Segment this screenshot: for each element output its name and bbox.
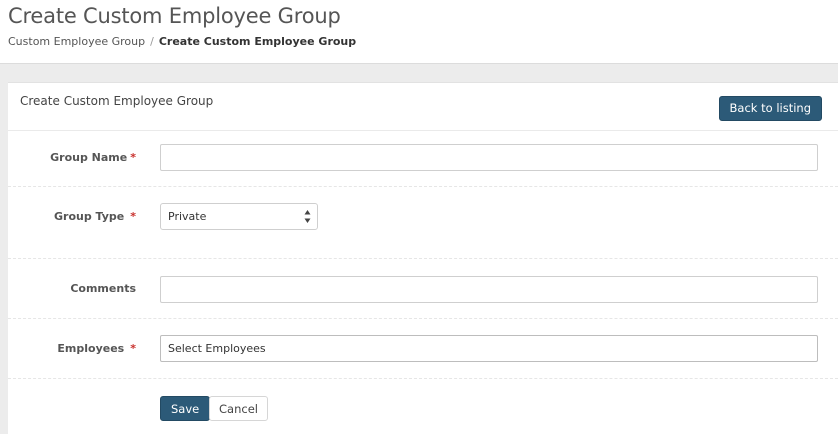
panel-title: Create Custom Employee Group [20, 94, 214, 108]
page-header: Create Custom Employee Group Custom Empl… [0, 0, 838, 64]
group-type-label: Group Type * [53, 210, 136, 223]
group-name-label: Group Name * [50, 151, 136, 164]
required-marker: * [130, 151, 136, 164]
group-type-select[interactable]: Private [160, 203, 318, 230]
group-type-selected-value: Private [168, 210, 207, 223]
group-type-row: Group Type * Private [8, 187, 838, 259]
form-panel: Create Custom Employee Group Back to lis… [8, 82, 838, 434]
cancel-button[interactable]: Cancel [209, 396, 268, 421]
employees-placeholder: Select Employees [168, 342, 266, 355]
back-to-listing-button[interactable]: Back to listing [718, 96, 822, 121]
up-down-arrows-icon [304, 210, 311, 223]
breadcrumb-separator: / [150, 35, 154, 48]
breadcrumb: Custom Employee Group / Create Custom Empl… [8, 35, 356, 48]
page-title: Create Custom Employee Group [8, 4, 341, 28]
save-button[interactable]: Save [160, 396, 211, 421]
panel-heading: Create Custom Employee Group Back to lis… [8, 83, 838, 131]
required-marker: * [130, 342, 136, 355]
comments-row: Comments [8, 259, 838, 319]
comments-input[interactable] [160, 276, 818, 303]
employees-multiselect[interactable]: Select Employees [160, 335, 818, 362]
group-name-input[interactable] [160, 144, 818, 171]
breadcrumb-current: Create Custom Employee Group [158, 35, 357, 48]
comments-label: Comments [70, 282, 136, 295]
employees-row: Employees * Select Employees [8, 319, 838, 379]
breadcrumb-parent-link[interactable]: Custom Employee Group [8, 35, 145, 48]
required-marker: * [130, 210, 136, 223]
employees-label: Employees * [57, 342, 136, 355]
group-name-row: Group Name * [8, 131, 838, 187]
